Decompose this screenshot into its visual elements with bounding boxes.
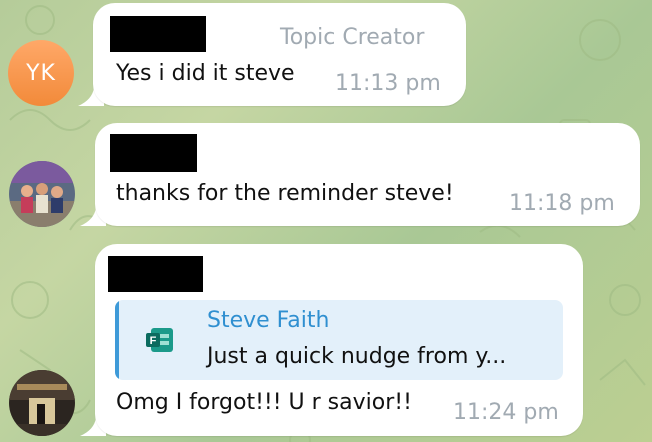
message-time: 11:24 pm	[453, 400, 559, 425]
message-text: Omg I forgot!!! U r savior!!	[116, 390, 412, 415]
reply-snippet: Just a quick nudge from y...	[207, 344, 507, 369]
redacted-sender-name	[110, 16, 206, 52]
svg-text:F: F	[150, 335, 157, 347]
avatar[interactable]: YK	[8, 40, 74, 106]
photo-icon	[9, 161, 75, 227]
message-bubble[interactable]: Topic Creator Yes i did it steve 11:13 p…	[93, 3, 466, 106]
avatar-initials: YK	[26, 60, 56, 86]
reply-author: Steve Faith	[207, 308, 330, 333]
message-time: 11:13 pm	[335, 71, 441, 96]
group-photo-avatar[interactable]	[9, 161, 75, 227]
forms-app-icon: F	[146, 328, 173, 352]
photo-icon	[9, 370, 75, 436]
message-bubble[interactable]: thanks for the reminder steve! 11:18 pm	[95, 123, 640, 226]
message-bubble[interactable]: F Steve Faith Just a quick nudge from y.…	[95, 244, 583, 436]
message-text: Yes i did it steve	[116, 61, 295, 86]
reply-preview[interactable]: F Steve Faith Just a quick nudge from y.…	[115, 300, 563, 380]
reply-accent-bar	[115, 300, 119, 380]
message-text: thanks for the reminder steve!	[116, 181, 454, 206]
redacted-sender-name	[108, 256, 203, 292]
message-time: 11:18 pm	[509, 191, 615, 216]
redacted-sender-name	[110, 134, 197, 172]
photo-avatar[interactable]	[9, 370, 75, 436]
topic-creator-badge: Topic Creator	[280, 25, 425, 50]
